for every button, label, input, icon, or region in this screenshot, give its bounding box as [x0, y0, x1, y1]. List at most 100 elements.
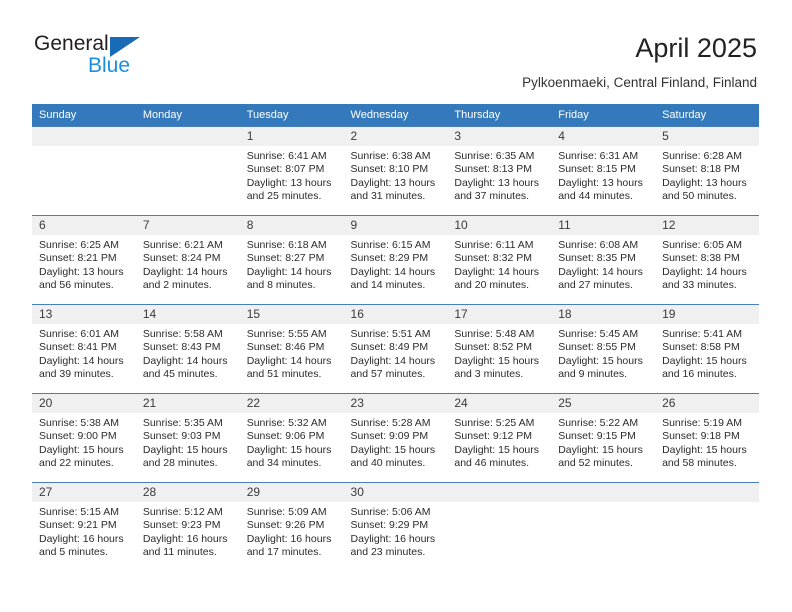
- calendar-week-row: 20 Sunrise: 5:38 AM Sunset: 9:00 PM Dayligh…: [32, 393, 759, 483]
- sunset-text: Sunset: 8:21 PM: [39, 252, 117, 265]
- daylight-text-line1: Daylight: 13 hours: [558, 176, 643, 189]
- calendar-day-cell[interactable]: 18 Sunrise: 5:45 AM Sunset: 8:55 PM Dayligh…: [551, 304, 656, 394]
- sunset-text: Sunset: 8:58 PM: [662, 341, 740, 354]
- calendar-day-cell[interactable]: 20 Sunrise: 5:38 AM Sunset: 9:00 PM Dayligh…: [32, 393, 136, 483]
- sunrise-text: Sunrise: 5:28 AM: [350, 417, 431, 429]
- daylight-text-line1: Daylight: 13 hours: [454, 176, 540, 189]
- daylight-text-line1: Daylight: 13 hours: [39, 265, 124, 278]
- calendar-day-cell[interactable]: 2 Sunrise: 6:38 AM Sunset: 8:10 PM Daylight…: [343, 126, 448, 216]
- calendar-day-cell[interactable]: 11 Sunrise: 6:08 AM Sunset: 8:35 PM Dayligh…: [551, 215, 656, 305]
- daylight-text-line2: and 27 minutes.: [558, 278, 633, 291]
- calendar-day-cell[interactable]: 6 Sunrise: 6:25 AM Sunset: 8:21 PM Daylight…: [32, 215, 136, 305]
- calendar-day-cell[interactable]: 24 Sunrise: 5:25 AM Sunset: 9:12 PM Dayligh…: [447, 393, 552, 483]
- day-details: Sunrise: 5:32 AM Sunset: 9:06 PM Daylight:…: [240, 413, 344, 470]
- day-details: Sunrise: 5:06 AM Sunset: 9:29 PM Daylight:…: [344, 502, 448, 559]
- calendar-day-cell[interactable]: 17 Sunrise: 5:48 AM Sunset: 8:52 PM Dayligh…: [447, 304, 552, 394]
- daylight-text-line2: and 44 minutes.: [558, 189, 633, 202]
- daylight-text-line2: and 33 minutes.: [662, 278, 737, 291]
- calendar-day-cell[interactable]: 30 Sunrise: 5:06 AM Sunset: 9:29 PM Dayligh…: [343, 482, 448, 560]
- calendar-day-cell[interactable]: 10 Sunrise: 6:11 AM Sunset: 8:32 PM Dayligh…: [447, 215, 552, 305]
- day-details: Sunrise: 6:15 AM Sunset: 8:29 PM Daylight:…: [344, 235, 448, 292]
- logo-text-blue: Blue: [88, 54, 131, 77]
- daylight-text-line1: Daylight: 14 hours: [142, 265, 228, 278]
- calendar-day-cell-empty: [447, 482, 552, 560]
- sunset-text: Sunset: 9:03 PM: [142, 430, 221, 443]
- calendar-body: 1 Sunrise: 6:41 AM Sunset: 8:07 PM Daylight…: [32, 126, 759, 560]
- sunset-text: Sunset: 8:35 PM: [558, 252, 636, 265]
- calendar-day-cell[interactable]: 9 Sunrise: 6:15 AM Sunset: 8:29 PM Daylight…: [343, 215, 448, 305]
- daylight-text-line1: Daylight: 14 hours: [142, 354, 228, 367]
- day-details: Sunrise: 5:15 AM Sunset: 9:21 PM Daylight:…: [32, 502, 136, 559]
- day-number: 7: [135, 216, 240, 235]
- day-number: 18: [551, 305, 656, 324]
- calendar-day-cell[interactable]: 14 Sunrise: 5:58 AM Sunset: 8:43 PM Dayligh…: [135, 304, 240, 394]
- day-details: Sunrise: 5:35 AM Sunset: 9:03 PM Daylight:…: [136, 413, 240, 470]
- calendar-day-cell[interactable]: 22 Sunrise: 5:32 AM Sunset: 9:06 PM Dayligh…: [239, 393, 344, 483]
- calendar-day-cell[interactable]: 25 Sunrise: 5:22 AM Sunset: 9:15 PM Dayligh…: [551, 393, 656, 483]
- daylight-text-line2: and 5 minutes.: [39, 545, 108, 558]
- sunrise-text: Sunrise: 6:38 AM: [350, 150, 431, 162]
- sunrise-text: Sunrise: 6:01 AM: [39, 328, 119, 340]
- calendar-day-cell[interactable]: 7 Sunrise: 6:21 AM Sunset: 8:24 PM Daylight…: [135, 215, 240, 305]
- calendar-day-cell[interactable]: 8 Sunrise: 6:18 AM Sunset: 8:27 PM Daylight…: [239, 215, 344, 305]
- location-subtitle: Pylkoenmaeki, Central Finland, Finland: [522, 75, 757, 90]
- sunset-text: Sunset: 8:49 PM: [350, 341, 429, 354]
- daylight-text-line2: and 20 minutes.: [454, 278, 530, 291]
- sunrise-text: Sunrise: 5:25 AM: [454, 417, 535, 429]
- calendar-day-cell[interactable]: 29 Sunrise: 5:09 AM Sunset: 9:26 PM Dayligh…: [239, 482, 344, 560]
- calendar-day-cell[interactable]: 15 Sunrise: 5:55 AM Sunset: 8:46 PM Dayligh…: [239, 304, 344, 394]
- daylight-text-line2: and 11 minutes.: [142, 545, 217, 558]
- calendar-day-cell[interactable]: 13 Sunrise: 6:01 AM Sunset: 8:41 PM Dayligh…: [32, 304, 136, 394]
- sunrise-text: Sunrise: 6:35 AM: [454, 150, 535, 162]
- day-details: Sunrise: 5:38 AM Sunset: 9:00 PM Daylight:…: [32, 413, 136, 470]
- sunset-text: Sunset: 8:27 PM: [246, 252, 325, 265]
- sunset-text: Sunset: 8:43 PM: [142, 341, 221, 354]
- calendar-day-cell[interactable]: 1 Sunrise: 6:41 AM Sunset: 8:07 PM Daylight…: [239, 126, 344, 216]
- daylight-text-line1: Daylight: 14 hours: [39, 354, 124, 367]
- daylight-text-line2: and 57 minutes.: [350, 367, 426, 380]
- day-number: [655, 483, 759, 502]
- calendar-day-cell[interactable]: 16 Sunrise: 5:51 AM Sunset: 8:49 PM Dayligh…: [343, 304, 448, 394]
- calendar-day-cell[interactable]: 12 Sunrise: 6:05 AM Sunset: 8:38 PM Dayligh…: [655, 215, 759, 305]
- calendar-week-row: 27 Sunrise: 5:15 AM Sunset: 9:21 PM Dayligh…: [32, 482, 759, 560]
- daylight-text-line1: Daylight: 14 hours: [350, 354, 436, 367]
- day-details: Sunrise: 5:09 AM Sunset: 9:26 PM Daylight:…: [240, 502, 344, 559]
- sunset-text: Sunset: 8:10 PM: [350, 163, 429, 176]
- sunset-text: Sunset: 9:06 PM: [246, 430, 325, 443]
- calendar-day-cell[interactable]: 5 Sunrise: 6:28 AM Sunset: 8:18 PM Daylight…: [655, 126, 759, 216]
- weekday-header-wednesday: Wednesday: [343, 104, 448, 127]
- calendar-week-row: 6 Sunrise: 6:25 AM Sunset: 8:21 PM Daylight…: [32, 215, 759, 305]
- calendar-day-cell[interactable]: 19 Sunrise: 5:41 AM Sunset: 8:58 PM Dayligh…: [655, 304, 759, 394]
- sunset-text: Sunset: 8:46 PM: [246, 341, 325, 354]
- day-details: Sunrise: 5:22 AM Sunset: 9:15 PM Daylight:…: [551, 413, 655, 470]
- sunrise-text: Sunrise: 5:41 AM: [662, 328, 743, 340]
- day-details: Sunrise: 5:12 AM Sunset: 9:23 PM Daylight:…: [136, 502, 240, 559]
- sunset-text: Sunset: 8:38 PM: [662, 252, 740, 265]
- daylight-text-line2: and 46 minutes.: [454, 456, 530, 469]
- sunrise-text: Sunrise: 5:12 AM: [142, 506, 223, 518]
- day-number: [32, 127, 136, 146]
- calendar-day-cell[interactable]: 23 Sunrise: 5:28 AM Sunset: 9:09 PM Dayligh…: [343, 393, 448, 483]
- sunrise-text: Sunrise: 6:28 AM: [662, 150, 743, 162]
- daylight-text-line2: and 25 minutes.: [246, 189, 322, 202]
- calendar-day-cell[interactable]: 27 Sunrise: 5:15 AM Sunset: 9:21 PM Dayligh…: [32, 482, 136, 560]
- daylight-text-line2: and 14 minutes.: [350, 278, 426, 291]
- sunrise-text: Sunrise: 6:21 AM: [142, 239, 223, 251]
- sunrise-text: Sunrise: 6:15 AM: [350, 239, 431, 251]
- daylight-text-line1: Daylight: 16 hours: [246, 532, 332, 545]
- day-details: Sunrise: 6:31 AM Sunset: 8:15 PM Daylight:…: [551, 146, 655, 203]
- calendar-day-cell[interactable]: 21 Sunrise: 5:35 AM Sunset: 9:03 PM Dayligh…: [135, 393, 240, 483]
- day-number: 25: [551, 394, 656, 413]
- calendar-day-cell[interactable]: 26 Sunrise: 5:19 AM Sunset: 9:18 PM Dayligh…: [655, 393, 759, 483]
- daylight-text-line2: and 23 minutes.: [350, 545, 426, 558]
- daylight-text-line2: and 22 minutes.: [39, 456, 114, 469]
- calendar-day-cell[interactable]: 4 Sunrise: 6:31 AM Sunset: 8:15 PM Daylight…: [551, 126, 656, 216]
- sunset-text: Sunset: 8:07 PM: [246, 163, 325, 176]
- day-number: 9: [343, 216, 448, 235]
- day-number: 10: [447, 216, 552, 235]
- calendar-day-cell[interactable]: 28 Sunrise: 5:12 AM Sunset: 9:23 PM Dayligh…: [135, 482, 240, 560]
- sunset-text: Sunset: 8:15 PM: [558, 163, 636, 176]
- calendar-day-cell[interactable]: 3 Sunrise: 6:35 AM Sunset: 8:13 PM Daylight…: [447, 126, 552, 216]
- day-details: Sunrise: 5:28 AM Sunset: 9:09 PM Daylight:…: [344, 413, 448, 470]
- day-number: 28: [135, 483, 240, 502]
